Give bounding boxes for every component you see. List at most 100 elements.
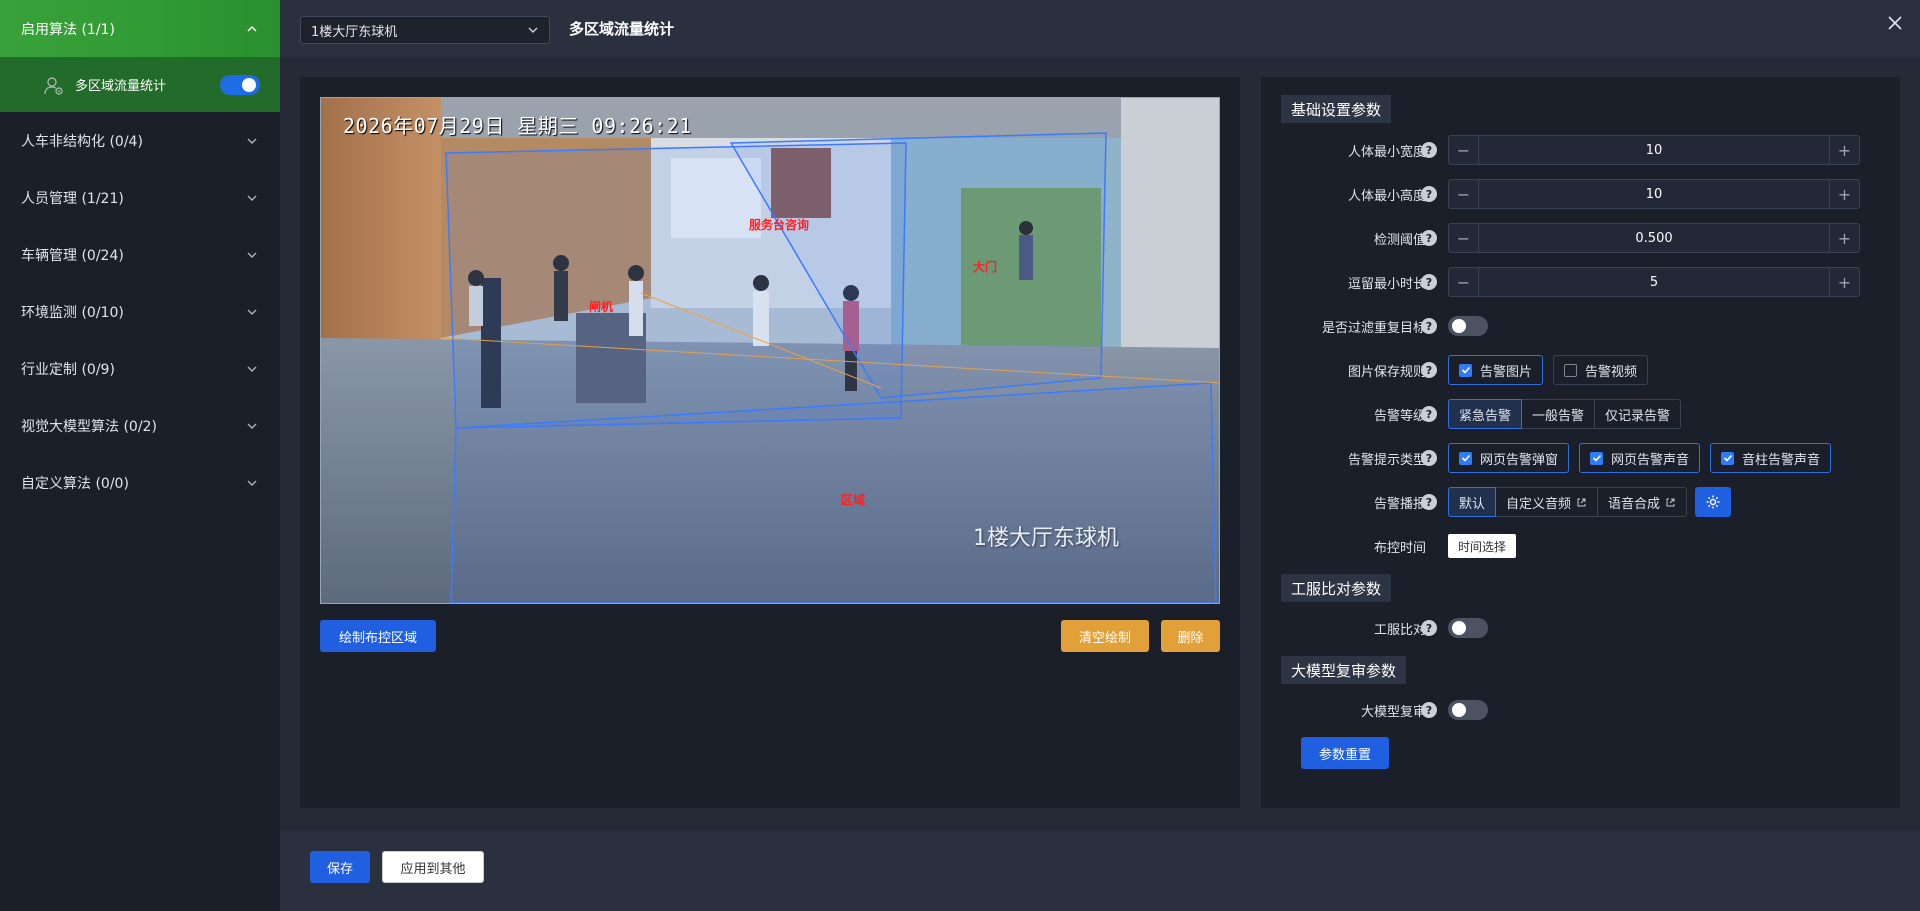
level-option-record-only[interactable]: 仅记录告警 [1594,399,1682,429]
apply-to-others-button[interactable]: 应用到其他 [382,851,484,883]
llm-review-toggle[interactable] [1448,700,1488,720]
category-label: 启用算法 (1/1) [21,21,115,38]
setting-label: 告警提示类型 [1347,452,1426,468]
reset-params-button[interactable]: 参数重置 [1301,737,1389,769]
sidebar-category-custom[interactable]: 自定义算法 (0/0) [0,454,280,511]
setting-llm-review: 大模型复审 ? [1261,694,1900,726]
setting-label: 告警等级 [1373,408,1426,424]
help-icon[interactable]: ? [1421,274,1437,290]
clear-drawing-button[interactable]: 清空绘制 [1061,620,1149,652]
external-link-icon [1577,498,1586,506]
decrement-button[interactable]: − [1449,224,1479,252]
help-icon[interactable]: ? [1421,362,1437,378]
web-popup-checkbox[interactable]: 网页告警弹窗 [1448,443,1570,473]
save-button[interactable]: 保存 [310,851,370,883]
help-icon[interactable]: ? [1421,620,1437,636]
sidebar-category-structured[interactable]: 人车非结构化 (0/4) [0,112,280,169]
section-title-basic: 基础设置参数 [1281,95,1392,123]
broadcast-option-default[interactable]: 默认 [1448,487,1497,517]
help-icon[interactable]: ? [1421,318,1437,334]
threshold-stepper: − 0.500 + [1448,223,1860,253]
option-label: 自定义音频 [1506,496,1572,512]
decrement-button[interactable]: − [1449,268,1479,296]
stepper-value[interactable]: 10 [1479,180,1829,208]
decrement-button[interactable]: − [1449,136,1479,164]
web-sound-checkbox[interactable]: 网页告警声音 [1579,443,1701,473]
close-icon[interactable] [1884,12,1906,34]
setting-filter-duplicate: 是否过滤重复目标 ? [1261,310,1900,342]
category-label: 行业定制 (0/9) [21,361,115,378]
sidebar-category-vehicle[interactable]: 车辆管理 (0/24) [0,226,280,283]
increment-button[interactable]: + [1829,224,1859,252]
min-height-stepper: − 10 + [1448,179,1860,209]
help-icon[interactable]: ? [1421,406,1437,422]
section-title-uniform: 工服比对参数 [1281,574,1392,602]
camera-select[interactable]: 1楼大厅东球机 [300,16,550,44]
setting-broadcast: 告警播报 ? 默认 自定义音频 语音合成 [1261,486,1900,518]
linger-stepper: − 5 + [1448,267,1860,297]
chevron-down-icon [528,27,538,33]
delete-button[interactable]: 删除 [1161,620,1220,652]
page-title: 多区域流量统计 [569,20,675,38]
settings-panel: 基础设置参数 人体最小宽度 ? − 10 + 人体最小高度 ? − 10 + 检… [1261,77,1900,808]
help-icon[interactable]: ? [1421,494,1437,510]
stepper-value[interactable]: 5 [1479,268,1829,296]
sidebar-category-industry[interactable]: 行业定制 (0/9) [0,340,280,397]
broadcast-settings-button[interactable] [1695,487,1732,517]
broadcast-option-custom-audio[interactable]: 自定义音频 [1495,487,1599,517]
alarm-image-checkbox[interactable]: 告警图片 [1448,355,1544,385]
level-option-urgent[interactable]: 紧急告警 [1448,399,1523,429]
checkbox-checked-icon [1459,363,1472,377]
video-panel: 2026年07月29日 星期三 09:26:21 服务台咨询 大门 闸机 区域 … [300,77,1240,808]
sidebar-category-personnel[interactable]: 人员管理 (1/21) [0,169,280,226]
stepper-value[interactable]: 10 [1479,136,1829,164]
broadcast-option-tts[interactable]: 语音合成 [1597,487,1688,517]
chevron-down-icon [246,477,258,489]
chevron-down-icon [246,306,258,318]
broadcast-segmented: 默认 自定义音频 语音合成 [1448,487,1688,517]
sidebar-category-enabled[interactable]: 启用算法 (1/1) [0,0,280,57]
help-icon[interactable]: ? [1421,702,1437,718]
setting-threshold: 检测阈值 ? − 0.500 + [1261,222,1900,254]
zone-label: 大门 [973,260,998,274]
setting-label: 人体最小宽度 [1347,144,1426,160]
sidebar-category-vision-llm[interactable]: 视觉大模型算法 (0/2) [0,397,280,454]
chevron-down-icon [246,420,258,432]
help-icon[interactable]: ? [1421,230,1437,246]
decrement-button[interactable]: − [1449,180,1479,208]
time-select-button[interactable]: 时间选择 [1448,534,1517,558]
increment-button[interactable]: + [1829,268,1859,296]
checkbox-unchecked-icon [1564,363,1578,377]
stepper-value[interactable]: 0.500 [1479,224,1829,252]
increment-button[interactable]: + [1829,180,1859,208]
level-option-normal[interactable]: 一般告警 [1521,399,1596,429]
option-label: 语音合成 [1608,496,1661,512]
increment-button[interactable]: + [1829,136,1859,164]
help-icon[interactable]: ? [1421,142,1437,158]
category-label: 车辆管理 (0/24) [21,247,124,264]
algorithm-toggle[interactable] [220,74,260,95]
zone-label: 区域 [841,493,866,507]
help-icon[interactable]: ? [1421,186,1437,202]
checkbox-checked-icon [1590,451,1604,465]
sidebar-algorithm-item[interactable]: 多区域流量统计 [0,57,280,112]
sidebar-category-environment[interactable]: 环境监测 (0/10) [0,283,280,340]
camera-select-value: 1楼大厅东球机 [311,24,398,40]
alarm-video-checkbox[interactable]: 告警视频 [1553,355,1649,385]
footer: 保存 应用到其他 [280,831,1920,911]
algorithm-label: 多区域流量统计 [75,79,167,94]
camera-preview[interactable]: 2026年07月29日 星期三 09:26:21 服务台咨询 大门 闸机 区域 … [320,97,1220,604]
setting-label: 图片保存规则 [1347,364,1426,380]
filter-duplicate-toggle[interactable] [1448,316,1488,336]
checkbox-checked-icon [1459,451,1472,465]
alarm-level-segmented: 紧急告警 一般告警 仅记录告警 [1448,399,1682,429]
uniform-compare-toggle[interactable] [1448,618,1488,638]
category-label: 视觉大模型算法 (0/2) [21,418,157,435]
draw-zone-button[interactable]: 绘制布控区域 [320,620,436,652]
external-link-icon [1666,498,1675,506]
chevron-down-icon [246,192,258,204]
help-icon[interactable]: ? [1421,450,1437,466]
setting-min-width: 人体最小宽度 ? − 10 + [1261,134,1900,166]
setting-label: 检测阈值 [1373,232,1426,248]
speaker-sound-checkbox[interactable]: 音柱告警声音 [1710,443,1832,473]
